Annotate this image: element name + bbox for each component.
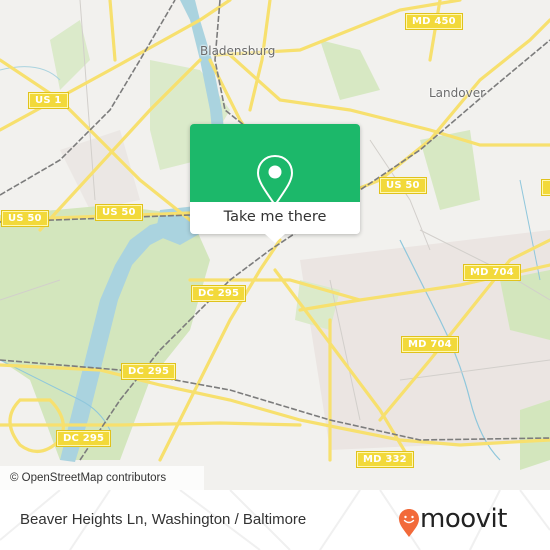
popup-header: [190, 124, 360, 207]
route-shield-dc295: DC 295: [55, 430, 112, 447]
destination-popup: Take me there: [190, 124, 360, 243]
map-view[interactable]: Bladensburg Landover MD 450 US 1 US 50 U…: [0, 0, 550, 490]
popup-pointer: [265, 234, 285, 243]
route-shield-md450: MD 450: [405, 13, 463, 30]
map-base-layer: [0, 0, 550, 470]
location-address: Beaver Heights Ln, Washington / Baltimor…: [20, 511, 307, 528]
place-label-landover: Landover: [429, 86, 486, 100]
route-shield-dc295: DC 295: [120, 363, 177, 380]
route-shield-dc295: DC 295: [190, 285, 247, 302]
route-shield-us50: US 50: [95, 204, 143, 221]
moovit-pin-icon: [399, 509, 419, 537]
route-shield-partial: [541, 179, 550, 196]
map-pin-icon: [256, 154, 294, 207]
route-shield-us50: US 50: [379, 177, 427, 194]
moovit-wordmark: moovit: [420, 504, 507, 534]
map-attribution[interactable]: © OpenStreetMap contributors: [0, 466, 204, 490]
route-shield-md332: MD 332: [356, 451, 414, 468]
place-label-bladensburg: Bladensburg: [200, 44, 276, 58]
route-shield-us1: US 1: [28, 92, 69, 109]
footer-bar: Beaver Heights Ln, Washington / Baltimor…: [0, 490, 550, 550]
route-shield-md704: MD 704: [463, 264, 521, 281]
route-shield-md704: MD 704: [401, 336, 459, 353]
route-shield-us50: US 50: [1, 210, 49, 227]
